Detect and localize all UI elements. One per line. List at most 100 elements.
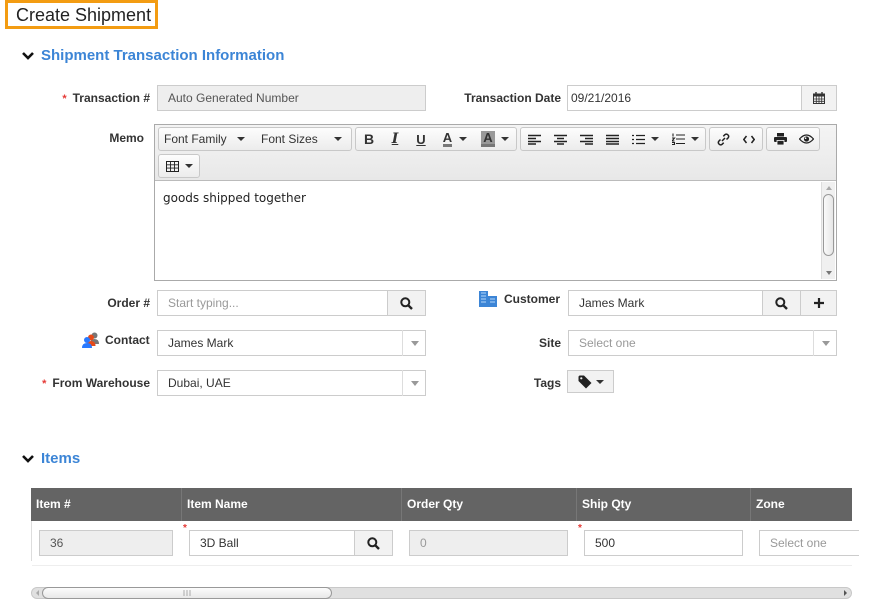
section-transaction-title: Shipment Transaction Information xyxy=(41,47,285,64)
memo-scrollbar[interactable] xyxy=(821,182,835,279)
scroll-up-icon xyxy=(826,186,832,190)
numbered-list-button[interactable] xyxy=(665,128,705,150)
align-left-button[interactable] xyxy=(521,128,547,150)
column-header-item-number: Item # xyxy=(36,497,71,511)
bold-button[interactable]: B xyxy=(356,128,382,150)
order-number-input[interactable]: Start typing... xyxy=(157,290,426,316)
caret-down-icon xyxy=(410,380,419,386)
section-items-title: Items xyxy=(41,450,81,467)
insert-group xyxy=(709,127,763,151)
transaction-number-label: * Transaction # xyxy=(62,91,150,105)
font-family-dropdown[interactable]: Font Family xyxy=(159,128,255,150)
site-placeholder: Select one xyxy=(579,336,636,350)
memo-editor: Font Family Font Sizes B I U A A goods s… xyxy=(154,124,837,281)
required-marker: * xyxy=(62,93,67,105)
required-marker: * xyxy=(42,378,47,390)
align-right-button[interactable] xyxy=(573,128,599,150)
align-justify-icon xyxy=(605,134,619,145)
bullet-list-button[interactable] xyxy=(625,128,665,150)
required-marker: * xyxy=(578,523,582,534)
memo-content[interactable]: goods shipped together xyxy=(155,182,820,280)
table-scroll-thumb[interactable] xyxy=(42,587,332,599)
customer-value: James Mark xyxy=(579,296,645,310)
bullet-list-icon xyxy=(631,134,645,144)
memo-scroll-thumb[interactable] xyxy=(823,194,834,256)
align-right-icon xyxy=(579,134,593,145)
search-icon xyxy=(775,296,788,310)
building-icon xyxy=(479,291,497,307)
calendar-button[interactable] xyxy=(801,85,837,111)
insert-table-button[interactable] xyxy=(159,155,199,177)
plus-icon xyxy=(813,298,824,308)
customer-label-group: Customer xyxy=(479,291,560,307)
align-center-icon xyxy=(553,134,567,145)
zone-select[interactable]: Select one xyxy=(759,530,859,556)
format-group: B I U A A xyxy=(355,127,517,151)
caret-down-icon xyxy=(821,340,830,346)
items-table-header: Item # Item Name Order Qty Ship Qty Zone xyxy=(31,488,852,521)
transaction-date-label: Transaction Date xyxy=(464,91,561,105)
order-number-placeholder: Start typing... xyxy=(168,296,239,310)
from-warehouse-select[interactable]: Dubai, UAE xyxy=(157,370,426,396)
order-search-button[interactable] xyxy=(387,290,426,316)
transaction-number-field[interactable]: Auto Generated Number xyxy=(157,85,426,111)
print-button[interactable] xyxy=(767,128,793,150)
order-number-label: Order # xyxy=(107,296,150,310)
table-icon xyxy=(165,160,179,172)
row-divider xyxy=(32,565,852,566)
justify-button[interactable] xyxy=(599,128,625,150)
tags-label: Tags xyxy=(533,376,561,390)
from-warehouse-label: * From Warehouse xyxy=(42,376,150,390)
source-code-button[interactable] xyxy=(736,128,762,150)
text-color-icon: A xyxy=(442,130,453,147)
site-select[interactable]: Select one xyxy=(568,330,837,356)
font-sizes-dropdown[interactable]: Font Sizes xyxy=(255,128,351,150)
site-dropdown-toggle[interactable] xyxy=(813,330,837,356)
link-icon xyxy=(717,132,729,146)
numbered-list-icon xyxy=(671,133,685,145)
warehouse-dropdown-toggle[interactable] xyxy=(402,370,426,396)
search-icon xyxy=(400,296,413,310)
column-header-ship-qty: Ship Qty xyxy=(576,488,751,521)
editor-toolbar: Font Family Font Sizes B I U A A xyxy=(155,125,836,181)
customer-search-button[interactable] xyxy=(762,290,801,316)
chevron-down-icon xyxy=(22,51,34,60)
tags-button[interactable] xyxy=(567,370,614,393)
print-icon xyxy=(773,133,787,145)
column-header-order-qty: Order Qty xyxy=(401,488,576,521)
align-center-button[interactable] xyxy=(547,128,573,150)
transaction-date-field[interactable]: 09/21/2016 xyxy=(567,85,837,111)
from-warehouse-value: Dubai, UAE xyxy=(168,376,231,390)
item-name-input[interactable]: 3D Ball xyxy=(189,530,393,556)
contact-dropdown-toggle[interactable] xyxy=(402,330,426,356)
contact-select[interactable]: James Mark xyxy=(157,330,426,356)
table-group xyxy=(158,154,200,178)
underline-button[interactable]: U xyxy=(408,128,434,150)
table-horizontal-scrollbar[interactable] xyxy=(31,587,852,599)
column-header-item-name: Item Name xyxy=(181,488,401,521)
section-transaction-toggle[interactable]: Shipment Transaction Information xyxy=(21,47,284,64)
customer-input[interactable]: James Mark xyxy=(568,290,837,316)
calendar-icon xyxy=(813,92,825,104)
section-items-toggle[interactable]: Items xyxy=(21,450,80,467)
background-color-button[interactable]: A xyxy=(476,128,514,150)
customer-label: Customer xyxy=(504,292,561,306)
item-search-button[interactable] xyxy=(354,530,393,556)
add-customer-button[interactable] xyxy=(800,290,837,316)
table-left-border xyxy=(31,521,32,561)
ship-qty-input[interactable]: 500 xyxy=(584,530,743,556)
text-color-button[interactable]: A xyxy=(434,128,476,150)
background-color-icon: A xyxy=(481,130,495,147)
output-group xyxy=(766,127,820,151)
order-qty-field[interactable]: 0 xyxy=(409,530,568,556)
transaction-date-value: 09/21/2016 xyxy=(571,91,632,105)
italic-button[interactable]: I xyxy=(382,128,408,150)
item-number-field[interactable]: 36 xyxy=(39,530,173,556)
caret-down-icon xyxy=(410,340,419,346)
page-title: Create Shipment xyxy=(5,0,158,29)
contact-label-group: Contact xyxy=(82,332,150,348)
scroll-down-icon xyxy=(826,271,832,275)
link-button[interactable] xyxy=(710,128,736,150)
preview-button[interactable] xyxy=(793,128,819,150)
site-label: Site xyxy=(538,336,561,350)
